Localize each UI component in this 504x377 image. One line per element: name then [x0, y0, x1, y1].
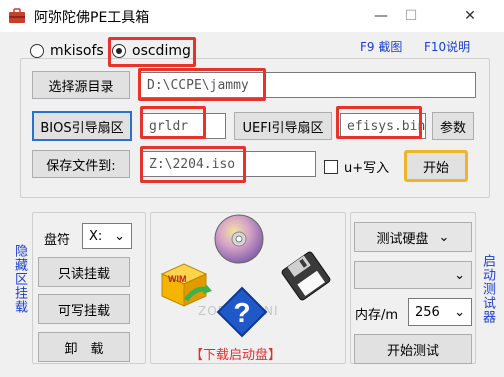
uplus-write-option[interactable]: u+写入	[324, 157, 389, 176]
window-title: 阿弥陀佛PE工具箱	[34, 10, 150, 26]
unmount-button[interactable]: 卸 载	[38, 332, 130, 362]
radio-mkisofs-label: mkisofs	[50, 43, 104, 59]
highlight-bios-value	[140, 106, 206, 139]
app-toolbox-icon	[9, 8, 25, 23]
close-button[interactable]: ✕	[447, 0, 493, 32]
chevron-down-icon: ⌄	[438, 229, 450, 245]
readonly-mount-button[interactable]: 只读挂载	[38, 257, 130, 287]
writable-mount-button[interactable]: 可写挂载	[38, 294, 130, 324]
select-source-button[interactable]: 选择源目录	[32, 71, 130, 99]
drive-letter-value: X:	[89, 228, 103, 244]
radio-mkisofs-circle[interactable]	[30, 44, 44, 58]
download-bootdisk-link[interactable]: 【下载启动盘】	[190, 344, 281, 363]
wim-box-icon[interactable]: WIM	[156, 260, 212, 310]
start-button[interactable]: 开始	[404, 150, 468, 182]
highlight-oscdimg	[108, 37, 196, 67]
help-hotkey[interactable]: F10说明	[424, 38, 470, 55]
test-disk-label: 测试硬盘	[376, 231, 429, 247]
params-button[interactable]: 参数	[432, 112, 474, 140]
chevron-down-icon: ⌄	[454, 267, 465, 283]
screenshot-hotkey[interactable]: F9 截图	[360, 38, 402, 55]
start-test-button[interactable]: 开始测试	[354, 334, 472, 364]
save-to-button[interactable]: 保存文件到:	[32, 150, 130, 178]
bios-boot-button[interactable]: BIOS引导扇区	[32, 111, 132, 141]
uplus-write-checkbox[interactable]	[324, 159, 338, 174]
memory-label: 内存/m	[355, 308, 399, 323]
highlight-save-path	[140, 146, 246, 183]
help-question-icon[interactable]: ?	[216, 286, 268, 338]
hidden-mount-side-label: 隐藏区挂载	[12, 244, 27, 314]
chevron-down-icon: ⌄	[454, 304, 465, 320]
radio-mkisofs[interactable]: mkisofs	[30, 43, 104, 59]
memory-value: 256	[415, 304, 440, 320]
disk-select[interactable]: ⌄	[354, 261, 472, 289]
highlight-uefi-value	[336, 106, 422, 139]
memory-select[interactable]: 256 ⌄	[408, 298, 472, 326]
title-bar: 阿弥陀佛PE工具箱 — ☐ ✕	[0, 0, 504, 32]
svg-text:?: ?	[233, 297, 250, 328]
drive-letter-select[interactable]: X: ⌄	[82, 223, 132, 249]
drive-letter-label: 盘符	[44, 233, 71, 248]
maximize-button[interactable]: ☐	[388, 0, 434, 32]
uefi-boot-button[interactable]: UEFI引导扇区	[234, 112, 332, 140]
cd-disc-icon[interactable]	[214, 214, 264, 264]
floppy-disk-icon[interactable]	[280, 250, 332, 302]
chevron-down-icon: ⌄	[114, 228, 125, 244]
wim-label: WIM	[168, 274, 187, 284]
highlight-source-path	[138, 68, 266, 101]
boot-tester-side-label: 启动测试器	[480, 254, 495, 324]
test-disk-dropdown[interactable]: 测试硬盘 ⌄	[354, 222, 472, 252]
uplus-write-label: u+写入	[344, 161, 390, 176]
